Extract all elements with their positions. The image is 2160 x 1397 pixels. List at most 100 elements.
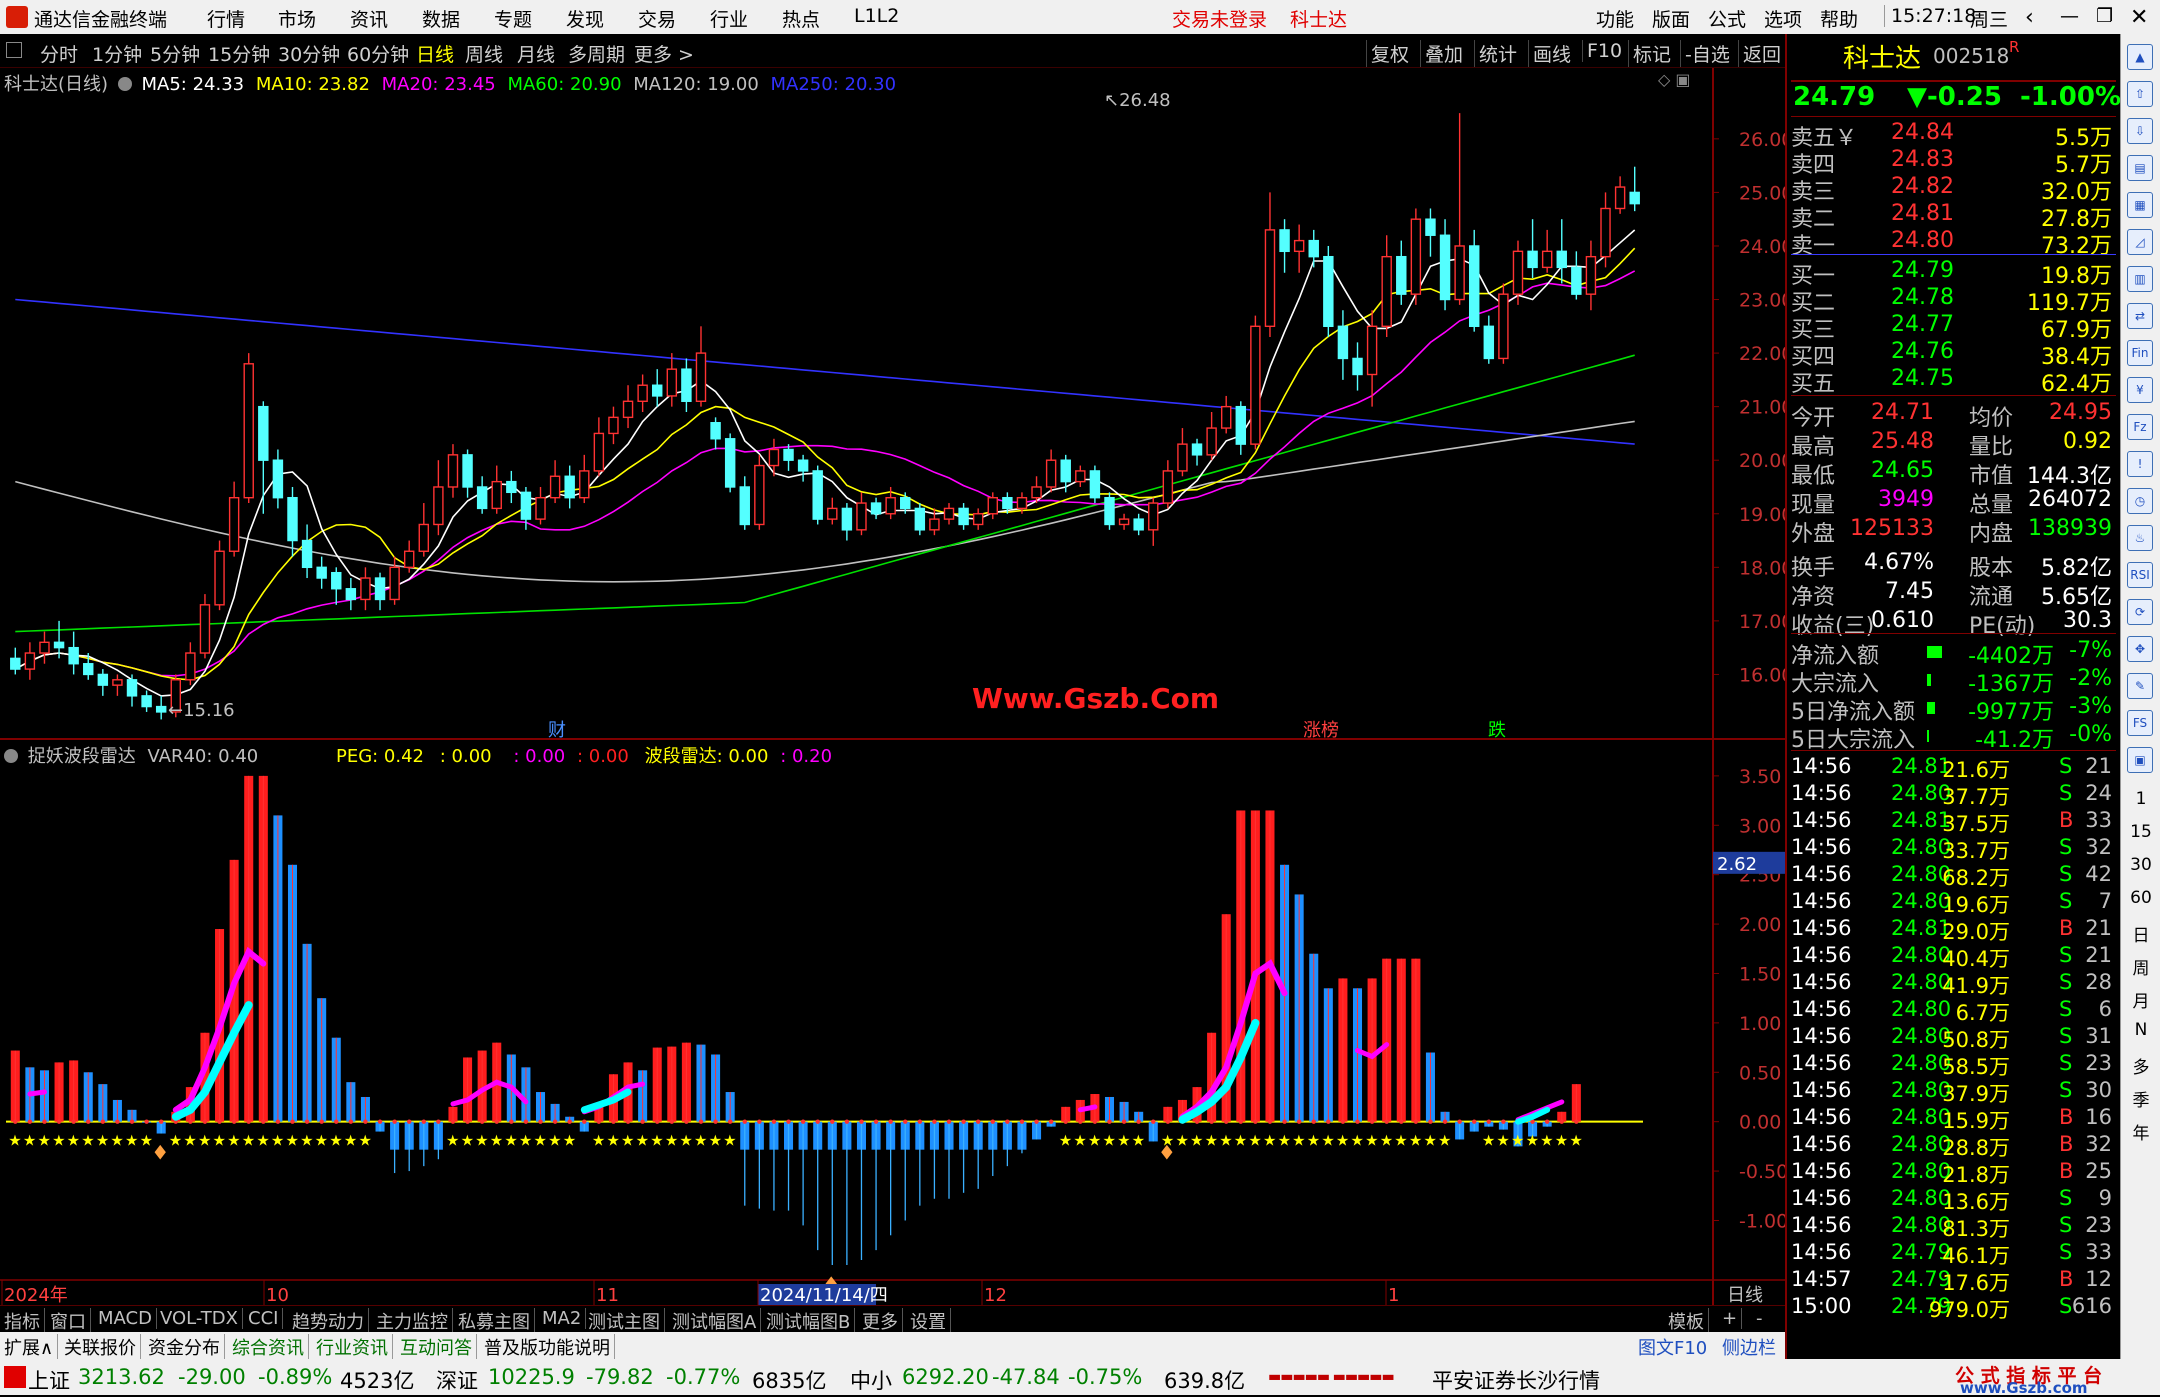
period-monthly[interactable]: 月线 [517,40,555,67]
rsi-icon[interactable]: RSI [2127,562,2153,588]
period-intraday[interactable]: 分时 [40,40,78,67]
period-60min[interactable]: 60分钟 [347,40,409,67]
money-icon[interactable]: ¥ [2127,377,2153,403]
tab-test-main[interactable]: 测试主图 [588,1308,665,1334]
menu-market[interactable]: 市场 [278,5,316,32]
limit-up-marker[interactable]: 涨榜 [1303,716,1339,742]
tab-test-b[interactable]: 测试幅图B [766,1308,856,1334]
tool-back[interactable]: 返回 [1738,40,1781,67]
tab-window[interactable]: 窗口 [50,1308,91,1334]
chart-icon[interactable]: ◿ [2127,229,2153,255]
tab-industry-news[interactable]: 行业资讯 [316,1334,393,1360]
sidebar-period-6[interactable]: 月 [2121,987,2160,1012]
tool-remove-watchlist[interactable]: -自选 [1680,40,1730,67]
tab-related-quotes[interactable]: 关联报价 [64,1334,141,1360]
fs-icon[interactable]: FS [2127,710,2153,736]
fz-icon[interactable]: Fz [2127,414,2153,440]
tab-basic-help[interactable]: 普及版功能说明 [484,1334,615,1360]
tool-f10[interactable]: F10 [1582,40,1622,62]
tab-ma2[interactable]: MA2 [542,1308,587,1329]
tab-remove[interactable]: - [1756,1308,1767,1329]
sidebar-period-2[interactable]: 30 [2121,855,2160,875]
period-more[interactable]: 更多 > [634,40,694,67]
menu-data[interactable]: 数据 [422,5,460,32]
sz-label[interactable]: 深证 [436,1365,478,1395]
tool-stats[interactable]: 统计 [1474,40,1517,67]
indicator-chart[interactable]: 3.50 3.00 2.50 2.00 1.50 1.00 0.50 0.00 -0.50 -1.… [0,740,1785,1310]
chart-settings-icon[interactable]: ◇ ▣ [1658,70,1691,89]
sidebar-period-10[interactable]: 年 [2121,1119,2160,1144]
tab-expand[interactable]: 扩展∧ [4,1334,59,1360]
menu-l1l2[interactable]: L1L2 [854,5,899,27]
tab-sidebar[interactable]: 侧边栏《 [1722,1334,1794,1360]
sidebar-period-0[interactable]: 1 [2121,789,2160,809]
menu-trade[interactable]: 交易 [638,5,676,32]
sh-label[interactable]: 上证 [28,1365,70,1395]
period-1min[interactable]: 1分钟 [92,40,142,67]
menu-options[interactable]: 选项 [1764,5,1802,32]
close-icon[interactable]: ✕ [2130,5,2148,30]
tab-fund-distribution[interactable]: 资金分布 [148,1334,225,1360]
period-5min[interactable]: 5分钟 [150,40,200,67]
move-icon[interactable]: ✥ [2127,636,2153,662]
menu-discover[interactable]: 发现 [566,5,604,32]
tab-trend-power[interactable]: 趋势动力 [292,1308,369,1334]
compare-icon[interactable]: ⇄ [2127,303,2153,329]
tab-more[interactable]: 更多 [862,1308,903,1334]
sidebar-period-3[interactable]: 60 [2121,888,2160,908]
period-15min[interactable]: 15分钟 [208,40,270,67]
sidebar-period-5[interactable]: 周 [2121,954,2160,979]
sidebar-period-9[interactable]: 季 [2121,1086,2160,1111]
login-status[interactable]: 交易未登录 [1172,5,1267,32]
tool-draw[interactable]: 画线 [1528,40,1571,67]
tab-cci[interactable]: CCI [248,1308,284,1329]
menu-industry[interactable]: 行业 [710,5,748,32]
restore-icon[interactable]: ❐ [2096,5,2113,27]
zhi-icon[interactable]: ! [2127,451,2153,477]
menu-help[interactable]: 帮助 [1820,5,1858,32]
tool-mark[interactable]: 标记 [1628,40,1671,67]
candlestick-chart[interactable]: 26.00 25.00 24.00 23.00 22.00 21.00 20.00 19.00… [0,68,1785,742]
period-multi[interactable]: 多周期 [568,40,625,67]
ticks-icon[interactable]: ▥ [2127,266,2153,292]
report-icon[interactable]: ▤ [2127,155,2153,181]
menu-formula[interactable]: 公式 [1708,5,1746,32]
period-daily[interactable]: 日线 [416,40,454,67]
list-icon[interactable]: ▦ [2127,192,2153,218]
pen-icon[interactable]: ✎ [2127,673,2153,699]
tab-qa[interactable]: 互动问答 [400,1334,477,1360]
tab-vol-tdx[interactable]: VOL-TDX [160,1308,243,1329]
menu-quotes[interactable]: 行情 [207,5,245,32]
db-icon[interactable]: ▣ [2127,747,2153,773]
tab-private-main[interactable]: 私募主图 [458,1308,535,1334]
tab-main-monitor[interactable]: 主力监控 [376,1308,453,1334]
tool-adjust[interactable]: 复权 [1366,40,1409,67]
tool-overlay[interactable]: 叠加 [1420,40,1463,67]
sidebar-period-8[interactable]: 多 [2121,1053,2160,1078]
panel-toggle-icon[interactable] [6,42,22,58]
back-icon[interactable]: ‹ [2025,5,2034,30]
fin-icon[interactable]: Fin [2127,340,2153,366]
flame-icon[interactable]: ♨ [2127,525,2153,551]
menu-hot[interactable]: 热点 [782,5,820,32]
sync-icon[interactable]: ⟳ [2127,599,2153,625]
sidebar-period-1[interactable]: 15 [2121,822,2160,842]
sidebar-period-4[interactable]: 日 [2121,921,2160,946]
zx-label[interactable]: 中小 [850,1365,892,1395]
clock-icon[interactable]: ◷ [2127,488,2153,514]
sidebar-period-7[interactable]: N [2121,1020,2160,1040]
tab-add[interactable]: + [1722,1308,1743,1329]
period-30min[interactable]: 30分钟 [278,40,340,67]
period-weekly[interactable]: 周线 [465,40,503,67]
menu-layout[interactable]: 版面 [1652,5,1690,32]
tab-general-news[interactable]: 综合资讯 [232,1334,309,1360]
menu-topics[interactable]: 专题 [494,5,532,32]
tab-test-a[interactable]: 测试幅图A [672,1308,762,1334]
minimize-icon[interactable]: — [2060,5,2079,27]
finance-marker[interactable]: 财 [548,716,566,742]
fall-marker[interactable]: 跌 [1488,716,1506,742]
up-arrow-icon[interactable]: ▲ [2127,44,2153,70]
tab-indicator[interactable]: 指标 [4,1308,45,1334]
tab-template[interactable]: 模板 [1668,1308,1709,1334]
menu-news[interactable]: 资讯 [350,5,388,32]
